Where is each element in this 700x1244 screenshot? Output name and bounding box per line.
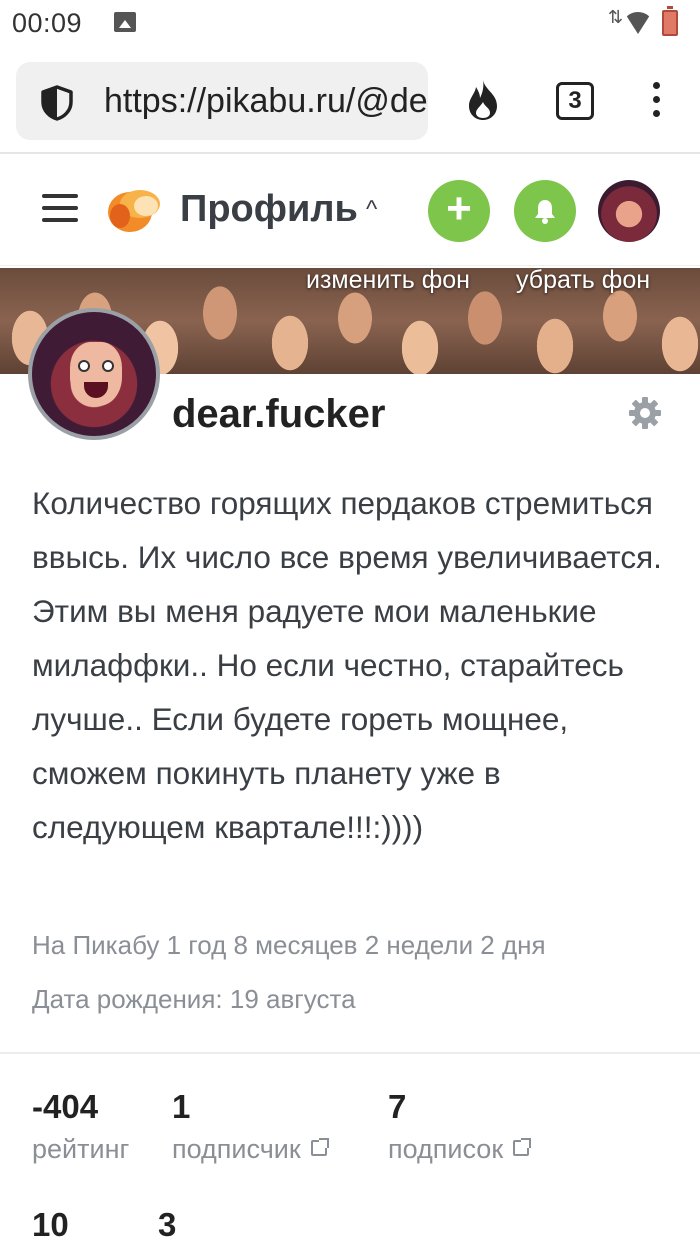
stat-comments: 3 [158,1206,176,1244]
stat-value: -404 [32,1088,99,1125]
status-time: 00:09 [12,8,83,38]
profile-username: dear.fucker [172,392,386,436]
profile-avatar[interactable] [28,308,160,440]
stat-label[interactable]: подписчик [172,1134,301,1164]
stat-posts: 10 [32,1206,69,1244]
status-indicators: ⇅ [600,6,690,38]
stat-label-wrap[interactable]: подписчик [172,1134,329,1165]
remove-background-link[interactable]: убрать фон [516,268,650,295]
fire-icon[interactable] [463,78,503,122]
url-text[interactable]: https://pikabu.ru/@dear.fucker [104,82,428,121]
stat-value: 10 [32,1206,69,1243]
external-link-icon[interactable] [513,1138,532,1156]
user-avatar[interactable] [598,180,660,242]
bell-icon [535,200,555,224]
menu-dots-icon[interactable] [650,82,662,122]
chevron-up-icon[interactable]: ^ [366,196,377,224]
status-bar: 00:09 ⇅ [0,0,700,48]
stat-value[interactable]: 1 [172,1088,327,1126]
stat-subscriptions[interactable]: 7 подписок [388,1088,532,1165]
stat-label[interactable]: подписок [388,1134,503,1164]
stat-value: 3 [158,1206,177,1243]
stat-rating: -404 рейтинг [32,1088,129,1165]
pikabu-logo-icon[interactable] [106,184,164,234]
image-icon [114,12,136,32]
external-link-icon[interactable] [310,1138,329,1156]
tabs-count-button[interactable]: 3 [556,82,594,120]
wifi-icon [624,12,652,34]
stat-value[interactable]: 7 [388,1088,529,1126]
change-background-link[interactable]: изменить фон [306,268,470,295]
browser-toolbar: https://pikabu.ru/@dear.fucker 3 [0,48,700,154]
divider [0,1052,700,1054]
profile-bio: Количество горящих пердаков стремиться в… [32,485,662,845]
add-post-button[interactable]: + [428,180,490,242]
signal-arrows-icon: ⇅ [608,7,624,27]
page-title[interactable]: Профиль [180,188,358,231]
gear-icon[interactable] [628,396,662,430]
address-bar[interactable]: https://pikabu.ru/@dear.fucker [16,62,428,140]
app-header: Профиль ^ + [0,156,700,266]
battery-icon [662,6,678,36]
notifications-button[interactable] [514,180,576,242]
hamburger-menu-icon[interactable] [42,194,78,224]
profile-birthday: Дата рождения: 19 августа [32,984,356,1014]
profile-on-site: На Пикабу 1 год 8 месяцев 2 недели 2 дня [32,930,546,960]
stat-followers[interactable]: 1 подписчик [172,1088,329,1165]
stat-label-wrap[interactable]: подписок [388,1134,532,1165]
shield-icon[interactable] [38,84,76,122]
stat-label: рейтинг [32,1134,130,1164]
